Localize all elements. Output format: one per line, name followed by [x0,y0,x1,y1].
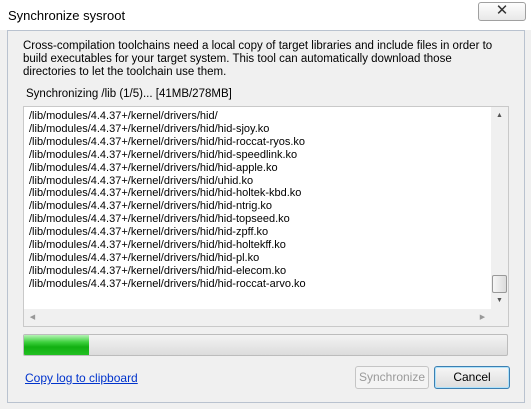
copy-log-link[interactable]: Copy log to clipboard [25,371,138,385]
title-bar: Synchronize sysroot ✕ [0,0,531,30]
close-button[interactable]: ✕ [478,2,526,21]
progress-fill [24,335,90,355]
log-line: /lib/modules/4.4.37+/kernel/drivers/hid/… [29,264,287,277]
synchronize-button[interactable]: Synchronize [355,366,429,389]
vertical-scrollbar[interactable]: ▲ ▼ [491,107,508,309]
scroll-up-icon[interactable]: ▲ [491,107,508,124]
window-title: Synchronize sysroot [8,8,126,23]
log-line: /lib/modules/4.4.37+/kernel/drivers/hid/… [29,213,290,226]
log-line: /lib/modules/4.4.37+/kernel/drivers/hid/… [29,135,306,148]
log-view[interactable]: /lib/modules/4.4.37+/kernel/drivers/hid/… [23,106,509,327]
log-line: /lib/modules/4.4.37+/kernel/drivers/hid/… [29,200,273,213]
scrollbar-corner [491,309,508,326]
close-icon: ✕ [495,2,509,19]
cancel-button[interactable]: Cancel [434,366,510,389]
log-line: /lib/modules/4.4.37+/kernel/drivers/hid/… [29,187,302,200]
log-lines: /lib/modules/4.4.37+/kernel/drivers/hid/… [29,110,306,291]
log-line: /lib/modules/4.4.37+/kernel/drivers/hid/… [29,122,270,135]
log-line: /lib/modules/4.4.37+/kernel/drivers/hid/… [29,251,260,264]
sync-status-text: Synchronizing /lib (1/5)... [41MB/278MB] [26,88,232,100]
log-line: /lib/modules/4.4.37+/kernel/drivers/hid/ [29,110,218,122]
horizontal-scrollbar[interactable]: ◀ ▶ [24,309,491,326]
log-line: /lib/modules/4.4.37+/kernel/drivers/hid/… [29,277,306,290]
vertical-scroll-thumb[interactable] [492,275,507,293]
log-line: /lib/modules/4.4.37+/kernel/drivers/hid/… [29,148,298,161]
log-line: /lib/modules/4.4.37+/kernel/drivers/hid/… [29,226,269,239]
scroll-left-icon[interactable]: ◀ [24,309,41,326]
scroll-right-icon[interactable]: ▶ [474,309,491,326]
log-line: /lib/modules/4.4.37+/kernel/drivers/hid/… [29,239,286,252]
log-line: /lib/modules/4.4.37+/kernel/drivers/hid/… [29,174,254,187]
progress-bar [23,334,508,356]
description-text: Cross-compilation toolchains need a loca… [23,40,493,78]
log-line: /lib/modules/4.4.37+/kernel/drivers/hid/… [29,161,278,174]
scroll-down-icon[interactable]: ▼ [491,292,508,309]
